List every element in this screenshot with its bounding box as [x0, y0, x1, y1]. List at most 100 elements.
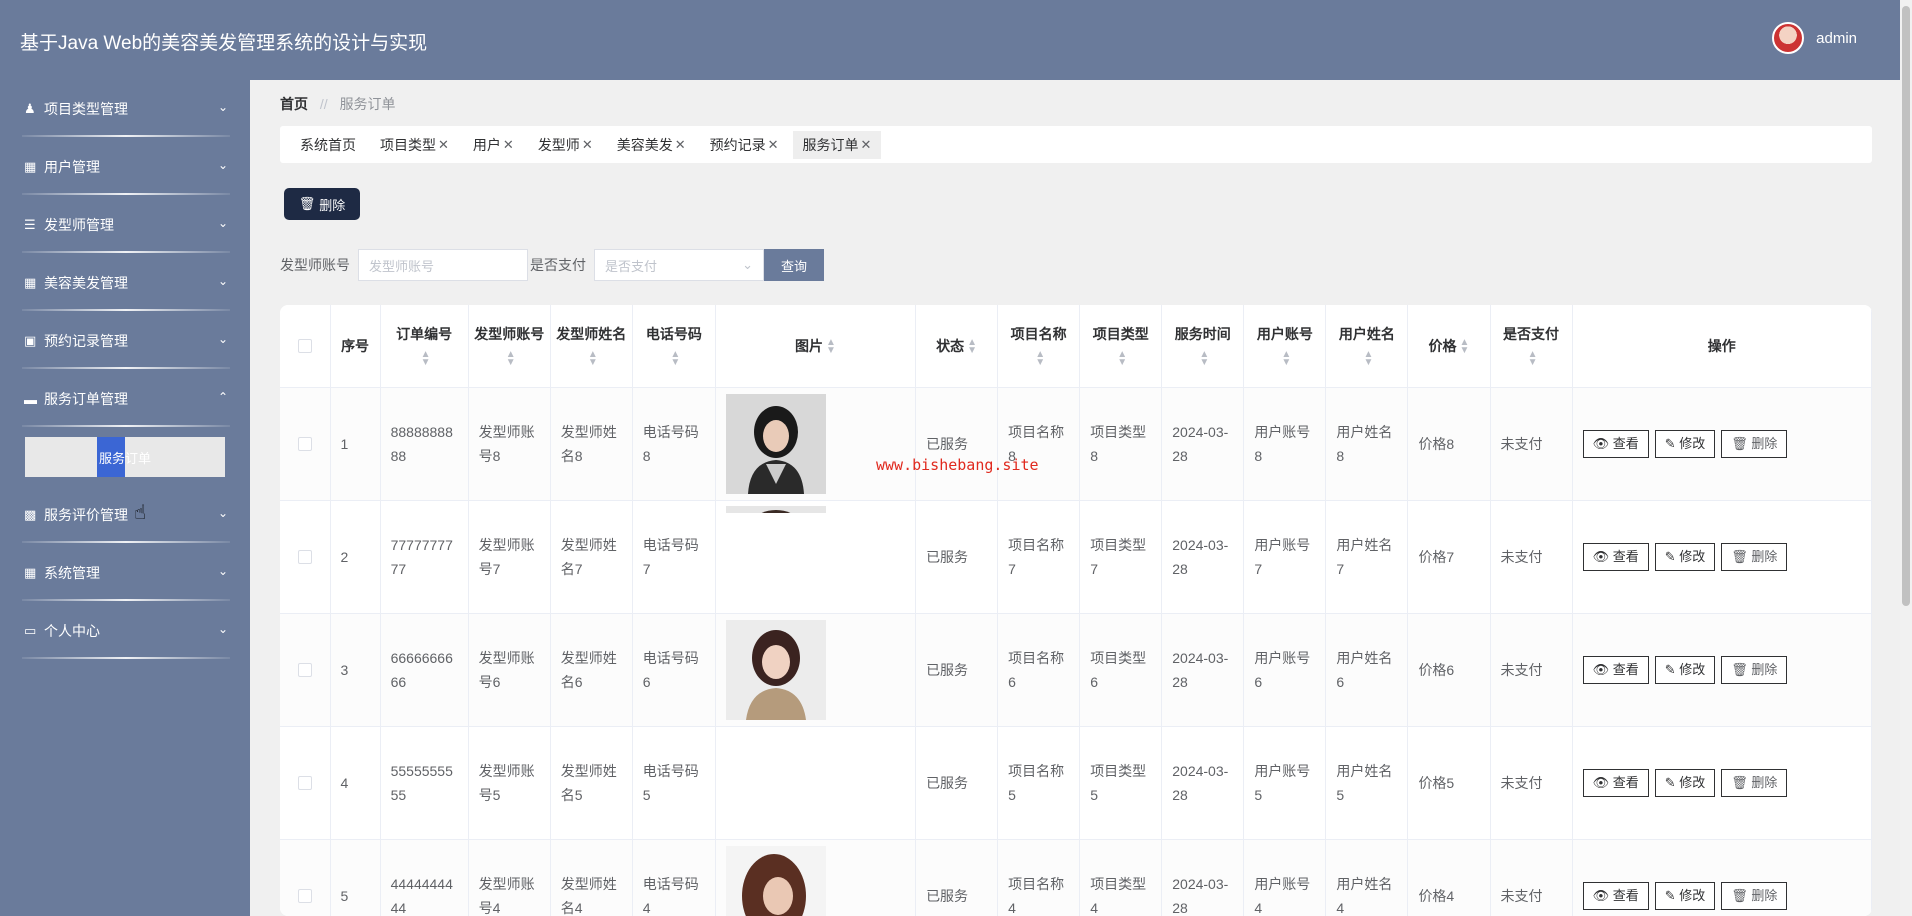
query-button[interactable]: 查询 [764, 249, 824, 281]
row-checkbox[interactable] [297, 662, 312, 677]
view-button[interactable]: 👁 查看 [1582, 655, 1649, 684]
edit-button[interactable]: ✎ 修改 [1654, 542, 1716, 571]
sidebar-item-system[interactable]: ▦ 系统管理 ⌄ [0, 544, 250, 602]
col-phone[interactable]: 电话号码 ▲ ▼ [632, 305, 716, 388]
sidebar-subitem-service-orders[interactable]: 服务订单 [25, 437, 225, 477]
stylist-photo[interactable] [725, 845, 826, 916]
select-all-header[interactable] [280, 305, 331, 388]
close-icon[interactable]: ✕ [582, 137, 593, 153]
user-name[interactable]: admin [1816, 30, 1857, 47]
col-item-type[interactable]: 项目类型 ▲ ▼ [1079, 305, 1163, 388]
tab-beauty[interactable]: 美容美发 ✕ [607, 131, 696, 159]
select-all-checkbox[interactable] [297, 338, 312, 353]
row-select-cell[interactable] [280, 613, 331, 727]
sort-icon[interactable]: ▲ ▼ [1035, 350, 1045, 368]
col-image[interactable]: 图片 ▲ ▼ [715, 305, 917, 388]
sort-icon[interactable]: ▲ ▼ [506, 350, 516, 368]
tab-project-type[interactable]: 项目类型 ✕ [370, 131, 459, 159]
sort-icon[interactable]: ▲ ▼ [1199, 350, 1209, 368]
avatar[interactable] [1772, 22, 1805, 54]
tab-stylists[interactable]: 发型师 ✕ [528, 131, 603, 159]
close-icon[interactable]: ✕ [861, 137, 872, 153]
row-select-cell[interactable] [280, 839, 331, 916]
stylist-photo[interactable] [725, 501, 826, 513]
cell-image[interactable] [715, 387, 917, 501]
sidebar-item-appointments[interactable]: ▣ 预约记录管理 ⌄ [0, 312, 250, 370]
sidebar-item-orders[interactable]: ▬ 服务订单管理 ⌃ [0, 370, 250, 428]
cell-image[interactable] [715, 500, 917, 614]
sidebar-item-users[interactable]: ▦ 用户管理 ⌄ [0, 138, 250, 196]
tab-service-orders[interactable]: 服务订单 ✕ [792, 130, 882, 159]
batch-delete-button[interactable]: 🗑 删除 [284, 188, 360, 220]
row-checkbox[interactable] [297, 775, 312, 790]
scrollbar-thumb[interactable] [1902, 6, 1910, 606]
tab-home[interactable]: 系统首页 [290, 131, 366, 159]
sort-icon[interactable]: ▲ ▼ [1460, 338, 1470, 356]
col-paid[interactable]: 是否支付 ▲ ▼ [1490, 305, 1573, 388]
row-checkbox[interactable] [297, 436, 312, 451]
edit-button[interactable]: ✎ 修改 [1654, 768, 1716, 797]
col-service-time[interactable]: 服务时间 ▲ ▼ [1161, 305, 1245, 388]
sort-icon[interactable]: ▲ ▼ [421, 350, 431, 368]
table-header-row: 序号 订单编号 ▲ ▼ 发型师账号▲ ▼ 发型师姓名▲ ▼ 电话号码 ▲ ▼ 图片 ▲ ▼ 状态… [280, 305, 1872, 388]
close-icon[interactable]: ✕ [675, 137, 686, 153]
delete-button[interactable]: 🗑 删除 [1721, 429, 1788, 458]
edit-button[interactable]: ✎ 修改 [1654, 429, 1716, 458]
paid-select[interactable]: 是否支付 ⌄ [594, 249, 764, 281]
sidebar-item-profile[interactable]: ▭ 个人中心 ⌄ [0, 602, 250, 660]
sidebar-item-project-type[interactable]: ♟ 项目类型管理 ⌄ [0, 80, 250, 138]
cell-image[interactable] [715, 839, 917, 916]
top-header: 基于Java Web的美容美发管理系统的设计与实现 admin [0, 0, 1912, 80]
col-price[interactable]: 价格 ▲ ▼ [1407, 305, 1491, 388]
col-item-name[interactable]: 项目名称 ▲ ▼ [997, 305, 1081, 388]
sidebar-item-beauty[interactable]: ▦ 美容美发管理 ⌄ [0, 254, 250, 312]
sort-icon[interactable]: ▲ ▼ [1281, 350, 1291, 368]
close-icon[interactable]: ✕ [503, 137, 514, 153]
delete-button[interactable]: 🗑 删除 [1721, 768, 1788, 797]
delete-button[interactable]: 🗑 删除 [1721, 655, 1788, 684]
stylist-photo[interactable] [725, 393, 826, 494]
sidebar-item-reviews[interactable]: ▩ 服务评价管理 ⌄ [0, 486, 250, 544]
sort-icon[interactable]: ▲ ▼ [588, 350, 598, 368]
col-user-account[interactable]: 用户账号 ▲ ▼ [1243, 305, 1327, 388]
view-button[interactable]: 👁 查看 [1582, 542, 1649, 571]
col-user-name[interactable]: 用户姓名 ▲ ▼ [1325, 305, 1409, 388]
stylist-photo[interactable] [725, 619, 826, 720]
edit-button[interactable]: ✎ 修改 [1654, 881, 1716, 910]
edit-button[interactable]: ✎ 修改 [1654, 655, 1716, 684]
user-menu[interactable]: admin [1772, 22, 1857, 54]
header-label: 序号 [341, 337, 370, 354]
header-label: 图片 [795, 337, 824, 354]
col-order-no[interactable]: 订单编号 ▲ ▼ [380, 305, 469, 388]
col-stylist-account[interactable]: 发型师账号 ▲ ▼ [468, 305, 551, 388]
cell-image[interactable] [715, 613, 917, 727]
tab-users[interactable]: 用户 ✕ [463, 131, 524, 159]
col-stylist-name[interactable]: 发型师姓名 ▲ ▼ [550, 305, 633, 388]
stylist-account-input[interactable]: 发型师账号 [358, 249, 528, 281]
sort-icon[interactable]: ▲ ▼ [1363, 350, 1373, 368]
view-button[interactable]: 👁 查看 [1582, 768, 1649, 797]
sort-icon[interactable]: ▲ ▼ [1117, 350, 1127, 368]
sort-icon[interactable]: ▲ ▼ [670, 350, 680, 368]
sort-icon[interactable]: ▲ ▼ [826, 338, 836, 356]
sort-icon[interactable]: ▲ ▼ [1528, 350, 1538, 368]
row-select-cell[interactable] [280, 726, 331, 840]
view-button[interactable]: 👁 查看 [1582, 881, 1649, 910]
tab-appointments[interactable]: 预约记录 ✕ [700, 131, 789, 159]
col-status[interactable]: 状态 ▲ ▼ [915, 305, 999, 388]
delete-button[interactable]: 🗑 删除 [1721, 881, 1788, 910]
close-icon[interactable]: ✕ [768, 137, 779, 153]
breadcrumb-home[interactable]: 首页 [280, 96, 308, 112]
cell-image[interactable] [715, 726, 917, 840]
row-select-cell[interactable] [280, 387, 331, 501]
sort-icon[interactable]: ▲ ▼ [967, 338, 977, 356]
page-scrollbar[interactable] [1900, 0, 1912, 916]
row-checkbox[interactable] [297, 888, 312, 903]
delete-button[interactable]: 🗑 删除 [1721, 542, 1788, 571]
sidebar-item-stylists[interactable]: ☰ 发型师管理 ⌄ [0, 196, 250, 254]
view-button[interactable]: 👁 查看 [1582, 429, 1649, 458]
row-select-cell[interactable] [280, 500, 331, 614]
row-checkbox[interactable] [297, 549, 312, 564]
close-icon[interactable]: ✕ [438, 137, 449, 153]
cell-stylist-account: 发型师账号7 [468, 500, 551, 614]
